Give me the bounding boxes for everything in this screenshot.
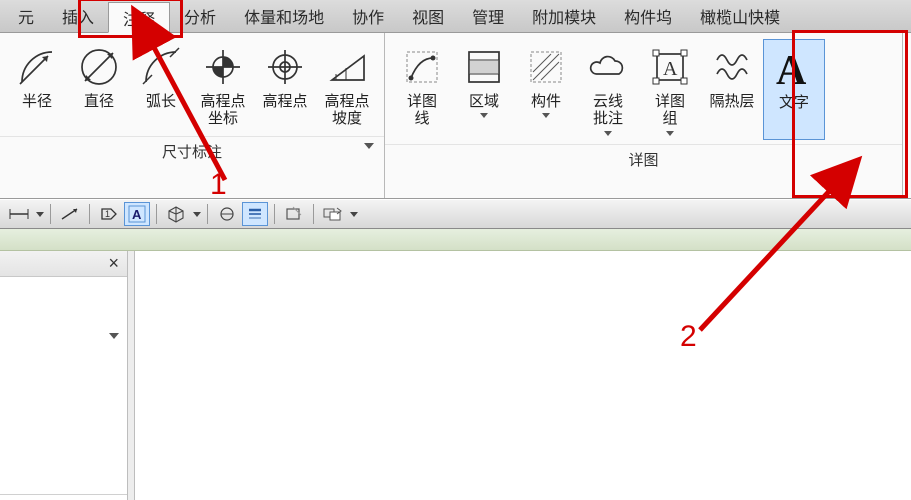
component-button[interactable]: 构件 — [515, 39, 577, 140]
revision-cloud-button-label: 云线 批注 — [593, 93, 623, 128]
detail-group-button-label: 详图 组 — [655, 93, 685, 128]
menu-9[interactable]: 构件坞 — [610, 0, 686, 32]
properties-body: 编辑类型 — [0, 277, 127, 500]
tb-switch-window[interactable] — [320, 202, 346, 226]
menu-7[interactable]: 管理 — [458, 0, 518, 32]
region-button-dropdown[interactable] — [480, 113, 488, 118]
diameter-button[interactable]: 直径 — [68, 39, 130, 132]
elevation-point-button-label: 高程点 — [262, 93, 307, 110]
menu-6[interactable]: 视图 — [398, 0, 458, 32]
tb-close-hidden[interactable] — [281, 202, 307, 226]
revision-cloud-button[interactable]: 云线 批注 — [577, 39, 639, 140]
detail-panel-label: 详图 — [385, 144, 902, 178]
menu-0[interactable]: 元 — [4, 0, 48, 32]
svg-text:A: A — [776, 48, 807, 94]
text-icon: A — [770, 44, 818, 92]
menu-2[interactable]: 注释 — [108, 2, 170, 33]
tb-section[interactable] — [214, 202, 240, 226]
insulation-button[interactable]: 隔热层 — [701, 39, 763, 140]
menu-10[interactable]: 橄榄山快模 — [686, 0, 794, 32]
annotation-2: 2 — [680, 320, 697, 354]
detail-line-button[interactable]: 详图 线 — [391, 39, 453, 140]
dimension-panel: 半径 直径 弧长 高程点 坐标高程点高程点 坡度尺寸标注 — [0, 33, 385, 198]
work-area: × 编辑类型 — [0, 251, 911, 500]
menu-1[interactable]: 插入 — [48, 0, 108, 32]
menu-8[interactable]: 附加模块 — [518, 0, 610, 32]
detail-line-icon — [398, 43, 446, 91]
radius-icon — [13, 43, 61, 91]
text-button-label: 文字 — [779, 94, 809, 111]
tb-3d-dropdown[interactable] — [193, 212, 201, 217]
quick-toolbar: 1 A — [0, 199, 911, 229]
component-button-label: 构件 — [531, 93, 561, 110]
edit-type-button[interactable]: 编辑类型 — [0, 494, 127, 500]
diameter-icon — [75, 43, 123, 91]
properties-panel: × 编辑类型 — [0, 251, 128, 500]
elevation-coord-button[interactable]: 高程点 坐标 — [192, 39, 254, 132]
text-button[interactable]: A文字 — [763, 39, 825, 140]
ribbon: 半径直径弧长高程点 坐标高程点高程点 坡度尺寸标注详图 线区域构件云线 批注A详… — [0, 33, 911, 199]
detail-group-button-dropdown[interactable] — [666, 131, 674, 136]
tb-tag[interactable]: 1 — [96, 202, 122, 226]
elev-slope-icon — [323, 43, 371, 91]
tb-dim-aligned[interactable] — [57, 202, 83, 226]
annotation-1: 1 — [210, 168, 227, 202]
menu-4[interactable]: 体量和场地 — [230, 0, 338, 32]
cloud-icon — [584, 43, 632, 91]
type-selector-dropdown[interactable] — [109, 333, 119, 339]
region-button-label: 区域 — [469, 93, 499, 110]
svg-text:A: A — [132, 207, 142, 222]
detail-group-button[interactable]: A 详图 组 — [639, 39, 701, 140]
radius-button-label: 半径 — [22, 93, 52, 110]
elevation-slope-button[interactable]: 高程点 坡度 — [316, 39, 378, 132]
tb-dim-dropdown[interactable] — [36, 212, 44, 217]
revision-cloud-button-dropdown[interactable] — [604, 131, 612, 136]
group-icon: A — [646, 43, 694, 91]
tb-switch-dropdown[interactable] — [350, 212, 358, 217]
elev-cross-icon — [199, 43, 247, 91]
diameter-button-label: 直径 — [84, 93, 114, 110]
radius-button[interactable]: 半径 — [6, 39, 68, 132]
menu-5[interactable]: 协作 — [338, 0, 398, 32]
svg-text:1: 1 — [105, 209, 110, 219]
close-icon[interactable]: × — [108, 253, 119, 274]
tb-dim-linear[interactable] — [6, 202, 32, 226]
region-icon — [460, 43, 508, 91]
elevation-coord-button-label: 高程点 坐标 — [200, 93, 245, 128]
menu-bar: 元插入注释分析体量和场地协作视图管理附加模块构件坞橄榄山快模 — [0, 0, 911, 33]
dimension-panel-expand[interactable] — [364, 143, 374, 149]
region-button[interactable]: 区域 — [453, 39, 515, 140]
component-button-dropdown[interactable] — [542, 113, 550, 118]
tb-3d-view[interactable] — [163, 202, 189, 226]
elevation-slope-button-label: 高程点 坡度 — [324, 93, 369, 128]
elevation-point-button[interactable]: 高程点 — [254, 39, 316, 132]
arc-length-button[interactable]: 弧长 — [130, 39, 192, 132]
menu-3[interactable]: 分析 — [170, 0, 230, 32]
insulation-icon — [708, 43, 756, 91]
elev-target-icon — [261, 43, 309, 91]
drawing-canvas[interactable] — [134, 251, 911, 500]
detail-line-button-label: 详图 线 — [407, 93, 437, 128]
svg-text:A: A — [663, 58, 678, 80]
properties-header: × — [0, 251, 127, 277]
tb-text-tool[interactable]: A — [124, 202, 150, 226]
view-control-bar — [0, 229, 911, 251]
arc-length-button-label: 弧长 — [146, 93, 176, 110]
dimension-panel-label: 尺寸标注 — [0, 136, 384, 170]
detail-panel: 详图 线区域构件云线 批注A详图 组隔热层A文字详图 — [385, 33, 903, 198]
insulation-button-label: 隔热层 — [709, 93, 754, 110]
component-icon — [522, 43, 570, 91]
arc-icon — [137, 43, 185, 91]
tb-thin-lines[interactable] — [242, 202, 268, 226]
